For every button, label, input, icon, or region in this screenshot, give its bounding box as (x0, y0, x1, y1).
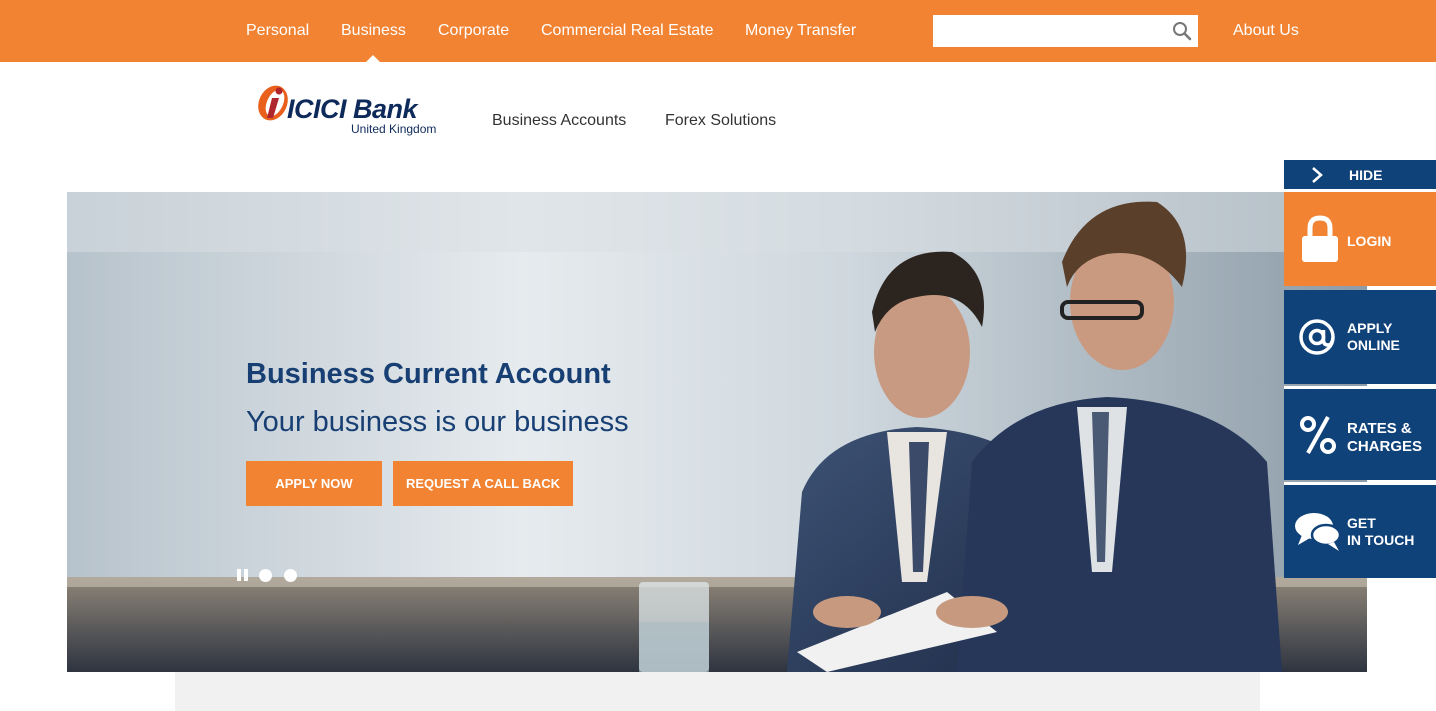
subnav-business-accounts[interactable]: Business Accounts (492, 112, 626, 130)
get-in-touch-tile[interactable]: GET IN TOUCH (1284, 482, 1436, 578)
nav-business[interactable]: Business (341, 21, 406, 41)
carousel-dot-2[interactable] (284, 569, 297, 582)
icici-bank-logo[interactable]: ICICI Bank United Kingdom (255, 80, 445, 140)
pause-icon[interactable] (237, 569, 241, 581)
chevron-right-icon (1312, 167, 1323, 183)
nav-personal[interactable]: Personal (246, 21, 309, 41)
rates-line2: CHARGES (1347, 438, 1423, 455)
nav-money-transfer[interactable]: Money Transfer (745, 21, 856, 41)
get-in-touch-line2: IN TOUCH (1347, 532, 1415, 548)
content-area-top (175, 672, 1260, 711)
rates-charges-tile[interactable]: RATES & CHARGES (1284, 386, 1436, 480)
logo-region-text: United Kingdom (351, 122, 437, 136)
request-call-back-button[interactable]: REQUEST A CALL BACK (393, 461, 573, 506)
subnav-forex-solutions[interactable]: Forex Solutions (665, 112, 776, 130)
hero-title: Business Current Account (246, 358, 611, 390)
hide-label: HIDE (1349, 167, 1383, 183)
nav-about-us[interactable]: About Us (1233, 21, 1299, 41)
apply-now-button[interactable]: APPLY NOW (246, 461, 382, 506)
percent-icon (1300, 416, 1336, 454)
logo-brand-text: ICICI Bank (287, 94, 418, 124)
top-nav-bar (0, 0, 1436, 62)
login-tile[interactable]: LOGIN (1284, 192, 1436, 286)
rates-line1: RATES & (1347, 420, 1412, 437)
apply-online-tile[interactable]: APPLY ONLINE (1284, 290, 1436, 384)
apply-online-line1: APPLY (1347, 320, 1393, 336)
chat-bubbles-icon (1295, 513, 1342, 551)
active-nav-indicator (366, 55, 380, 62)
search-box (933, 15, 1198, 47)
search-icon[interactable] (1172, 21, 1192, 41)
search-input[interactable] (933, 15, 1163, 47)
login-label: LOGIN (1347, 233, 1392, 249)
nav-corporate[interactable]: Corporate (438, 21, 509, 41)
hero-subtitle: Your business is our business (246, 406, 629, 438)
lock-icon (1302, 215, 1338, 262)
at-sign-icon (1299, 319, 1335, 355)
carousel-dot-1[interactable] (259, 569, 272, 582)
side-panel-hide-button[interactable]: HIDE (1284, 160, 1436, 189)
nav-commercial-real-estate[interactable]: Commercial Real Estate (541, 21, 714, 41)
get-in-touch-line1: GET (1347, 515, 1376, 531)
apply-online-line2: ONLINE (1347, 337, 1400, 353)
